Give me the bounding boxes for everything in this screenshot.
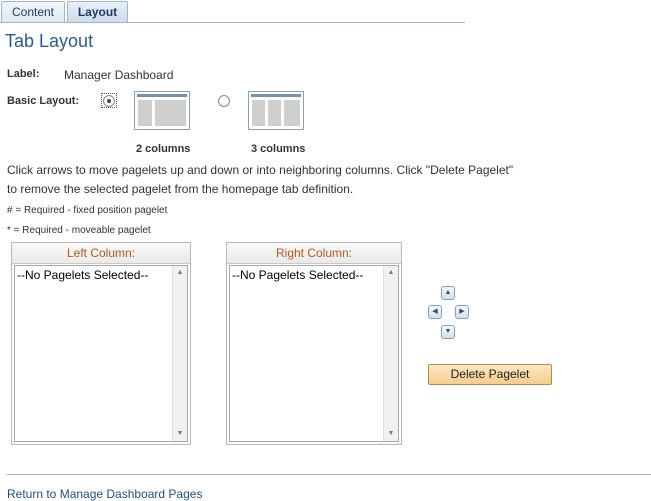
layout-2-columns-thumbnail[interactable]: [134, 91, 190, 130]
scroll-down-icon[interactable]: ▼: [173, 427, 187, 441]
tab-layout[interactable]: Layout: [67, 1, 128, 22]
thumbnail-column: [284, 100, 300, 126]
layout-3-columns-thumbnail[interactable]: [248, 91, 304, 130]
required-fixed-note: # = Required - fixed position pagelet: [7, 205, 168, 216]
thumbnail-column: [155, 100, 186, 126]
return-link[interactable]: Return to Manage Dashboard Pages: [7, 487, 202, 501]
left-column-scrollbar[interactable]: ▲ ▼: [172, 266, 187, 441]
thumbnail-header-bar: [137, 94, 187, 97]
instruction-line-1: Click arrows to move pagelets up and dow…: [7, 163, 514, 177]
right-column-listbox[interactable]: --No Pagelets Selected-- ▲ ▼: [229, 265, 399, 442]
thumbnail-header-bar: [251, 94, 301, 97]
thumbnail-column: [268, 100, 281, 126]
layout-3-columns-caption: 3 columns: [251, 143, 306, 155]
radio-2-columns[interactable]: [103, 95, 115, 107]
move-left-icon[interactable]: ◀: [428, 305, 442, 319]
thumbnail-column: [138, 100, 152, 126]
page-title: Tab Layout: [5, 31, 94, 51]
instruction-line-2: to remove the selected pagelet from the …: [7, 182, 354, 196]
layout-2-columns-caption: 2 columns: [136, 143, 191, 155]
list-item[interactable]: --No Pagelets Selected--: [232, 268, 363, 283]
left-column-panel: Left Column: --No Pagelets Selected-- ▲ …: [11, 242, 191, 445]
radio-2-columns-focus: [101, 93, 117, 108]
right-column-panel: Right Column: --No Pagelets Selected-- ▲…: [226, 242, 402, 445]
label-value: Manager Dashboard: [64, 68, 174, 82]
scroll-up-icon[interactable]: ▲: [173, 266, 187, 280]
delete-pagelet-button[interactable]: Delete Pagelet: [428, 364, 552, 385]
radio-3-columns[interactable]: [218, 95, 230, 107]
move-down-icon[interactable]: ▼: [441, 325, 455, 339]
thumbnail-column: [252, 100, 265, 126]
move-up-icon[interactable]: ▲: [441, 286, 455, 300]
move-right-icon[interactable]: ▶: [455, 305, 469, 319]
left-column-header: Left Column:: [12, 243, 190, 264]
tab-bar: Content Layout: [0, 0, 465, 23]
left-column-listbox[interactable]: --No Pagelets Selected-- ▲ ▼: [14, 265, 188, 442]
separator: [7, 474, 651, 475]
scroll-up-icon[interactable]: ▲: [384, 266, 398, 280]
label-caption: Label:: [7, 68, 40, 80]
required-moveable-note: * = Required - moveable pagelet: [7, 225, 151, 236]
tab-content[interactable]: Content: [1, 1, 65, 22]
scroll-down-icon[interactable]: ▼: [384, 427, 398, 441]
list-item[interactable]: --No Pagelets Selected--: [17, 268, 148, 283]
right-column-scrollbar[interactable]: ▲ ▼: [383, 266, 398, 441]
basic-layout-caption: Basic Layout:: [7, 95, 80, 107]
right-column-header: Right Column:: [227, 243, 401, 264]
